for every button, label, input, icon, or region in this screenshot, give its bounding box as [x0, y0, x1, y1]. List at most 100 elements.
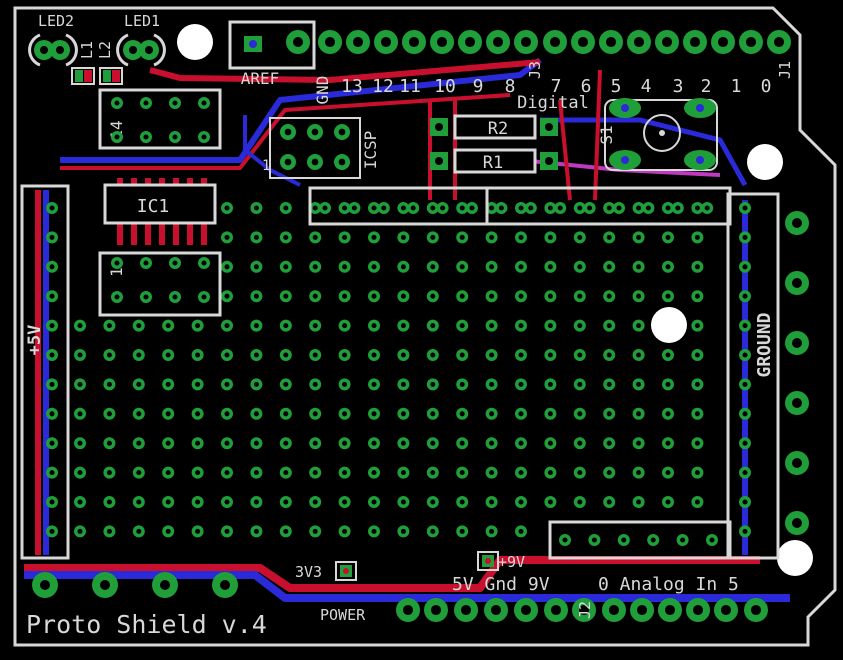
pad-hole — [172, 260, 178, 266]
pad-hole — [224, 528, 230, 534]
pad-hole — [165, 352, 171, 358]
v3v3-label: 3V3 — [295, 563, 322, 581]
pad-hole — [606, 264, 612, 270]
pad-hole — [224, 323, 230, 329]
pad-hole — [312, 293, 318, 299]
pad-hole — [518, 323, 524, 329]
pad-hole — [694, 411, 700, 417]
pad-hole — [371, 440, 377, 446]
pad-hole — [680, 537, 686, 543]
pad-hole — [106, 323, 112, 329]
icsp-pin1-label: 1 — [262, 158, 270, 174]
pad-hole — [430, 604, 442, 616]
pad-hole — [518, 528, 524, 534]
pad-hole — [224, 499, 230, 505]
digital-pin-label: 2 — [701, 76, 712, 97]
pad-hole — [136, 323, 142, 329]
pad-hole — [136, 499, 142, 505]
pad-hole — [459, 205, 465, 211]
pad-hole — [577, 411, 583, 417]
pad-hole — [283, 205, 289, 211]
pad-hole — [742, 440, 748, 446]
digital-pin-label: 9 — [473, 76, 484, 97]
pad-hole — [172, 134, 178, 140]
pad-hole — [380, 36, 392, 48]
icsp-pads — [280, 124, 350, 170]
pad-hole — [750, 604, 762, 616]
pad-hole — [520, 604, 532, 616]
digital-pin-label: 4 — [641, 76, 652, 97]
pad-hole — [402, 604, 414, 616]
pad-hole — [400, 470, 406, 476]
pad-hole — [253, 381, 259, 387]
digital-pin-label: 5 — [611, 76, 622, 97]
digital-label: Digital — [517, 93, 589, 113]
pad-hole — [253, 234, 259, 240]
pad-hole — [665, 440, 671, 446]
pad-hole — [165, 323, 171, 329]
ic1-label: IC1 — [137, 196, 170, 217]
pad-hole — [136, 470, 142, 476]
pad-hole — [436, 36, 448, 48]
pad-hole — [606, 499, 612, 505]
pad-hole — [165, 381, 171, 387]
pad-hole — [77, 323, 83, 329]
pad-hole — [312, 323, 318, 329]
pad-hole — [253, 205, 259, 211]
mounting-hole — [177, 24, 213, 60]
digital-pin-label: 12 — [372, 76, 394, 97]
pad-hole — [665, 381, 671, 387]
pad-hole — [371, 352, 377, 358]
pad-hole — [77, 381, 83, 387]
pad-hole — [114, 100, 120, 106]
pad-hole — [430, 293, 436, 299]
pad-hole — [114, 260, 120, 266]
pad-hole — [283, 381, 289, 387]
pad-hole — [547, 352, 553, 358]
pad-hole — [430, 234, 436, 240]
j2-label: J2 — [576, 601, 594, 619]
v3v3-pad: 3V3 — [295, 561, 357, 581]
pad-hole — [489, 470, 495, 476]
pad-hole — [312, 234, 318, 240]
pad-hole — [489, 264, 495, 270]
pad-hole — [49, 352, 55, 358]
pad-hole — [605, 36, 617, 48]
pad-hole — [577, 470, 583, 476]
pad-hole — [195, 470, 201, 476]
digital-header-j3 — [318, 30, 791, 54]
pad-hole — [324, 36, 336, 48]
pad-hole — [608, 604, 620, 616]
l1-label: L1 — [78, 41, 96, 59]
pad-hole — [77, 440, 83, 446]
pad-hole — [49, 264, 55, 270]
pad-hole — [633, 36, 645, 48]
digital-pin-label: 3 — [673, 76, 684, 97]
pad-hole — [322, 205, 328, 211]
pad-hole — [665, 499, 671, 505]
pad-hole — [665, 205, 671, 211]
pad-hole — [547, 381, 553, 387]
pad-hole — [577, 352, 583, 358]
pad-hole — [253, 323, 259, 329]
pad-hole — [430, 411, 436, 417]
pad-hole — [400, 205, 406, 211]
pad-hole — [283, 499, 289, 505]
pad-hole — [352, 36, 364, 48]
pad-hole — [587, 205, 593, 211]
plus9v-label: +9V — [498, 553, 525, 571]
pad-hole — [621, 537, 627, 543]
pad-hole — [430, 205, 436, 211]
pad-hole — [490, 604, 502, 616]
pad-hole — [489, 381, 495, 387]
pad-hole — [518, 293, 524, 299]
pad-hole — [342, 381, 348, 387]
pad-hole — [201, 260, 207, 266]
pad-hole — [283, 440, 289, 446]
pad-hole — [606, 205, 612, 211]
pad-hole — [371, 528, 377, 534]
pad-hole — [489, 323, 495, 329]
pad-hole — [430, 264, 436, 270]
pad-hole — [489, 352, 495, 358]
pad-hole — [694, 470, 700, 476]
